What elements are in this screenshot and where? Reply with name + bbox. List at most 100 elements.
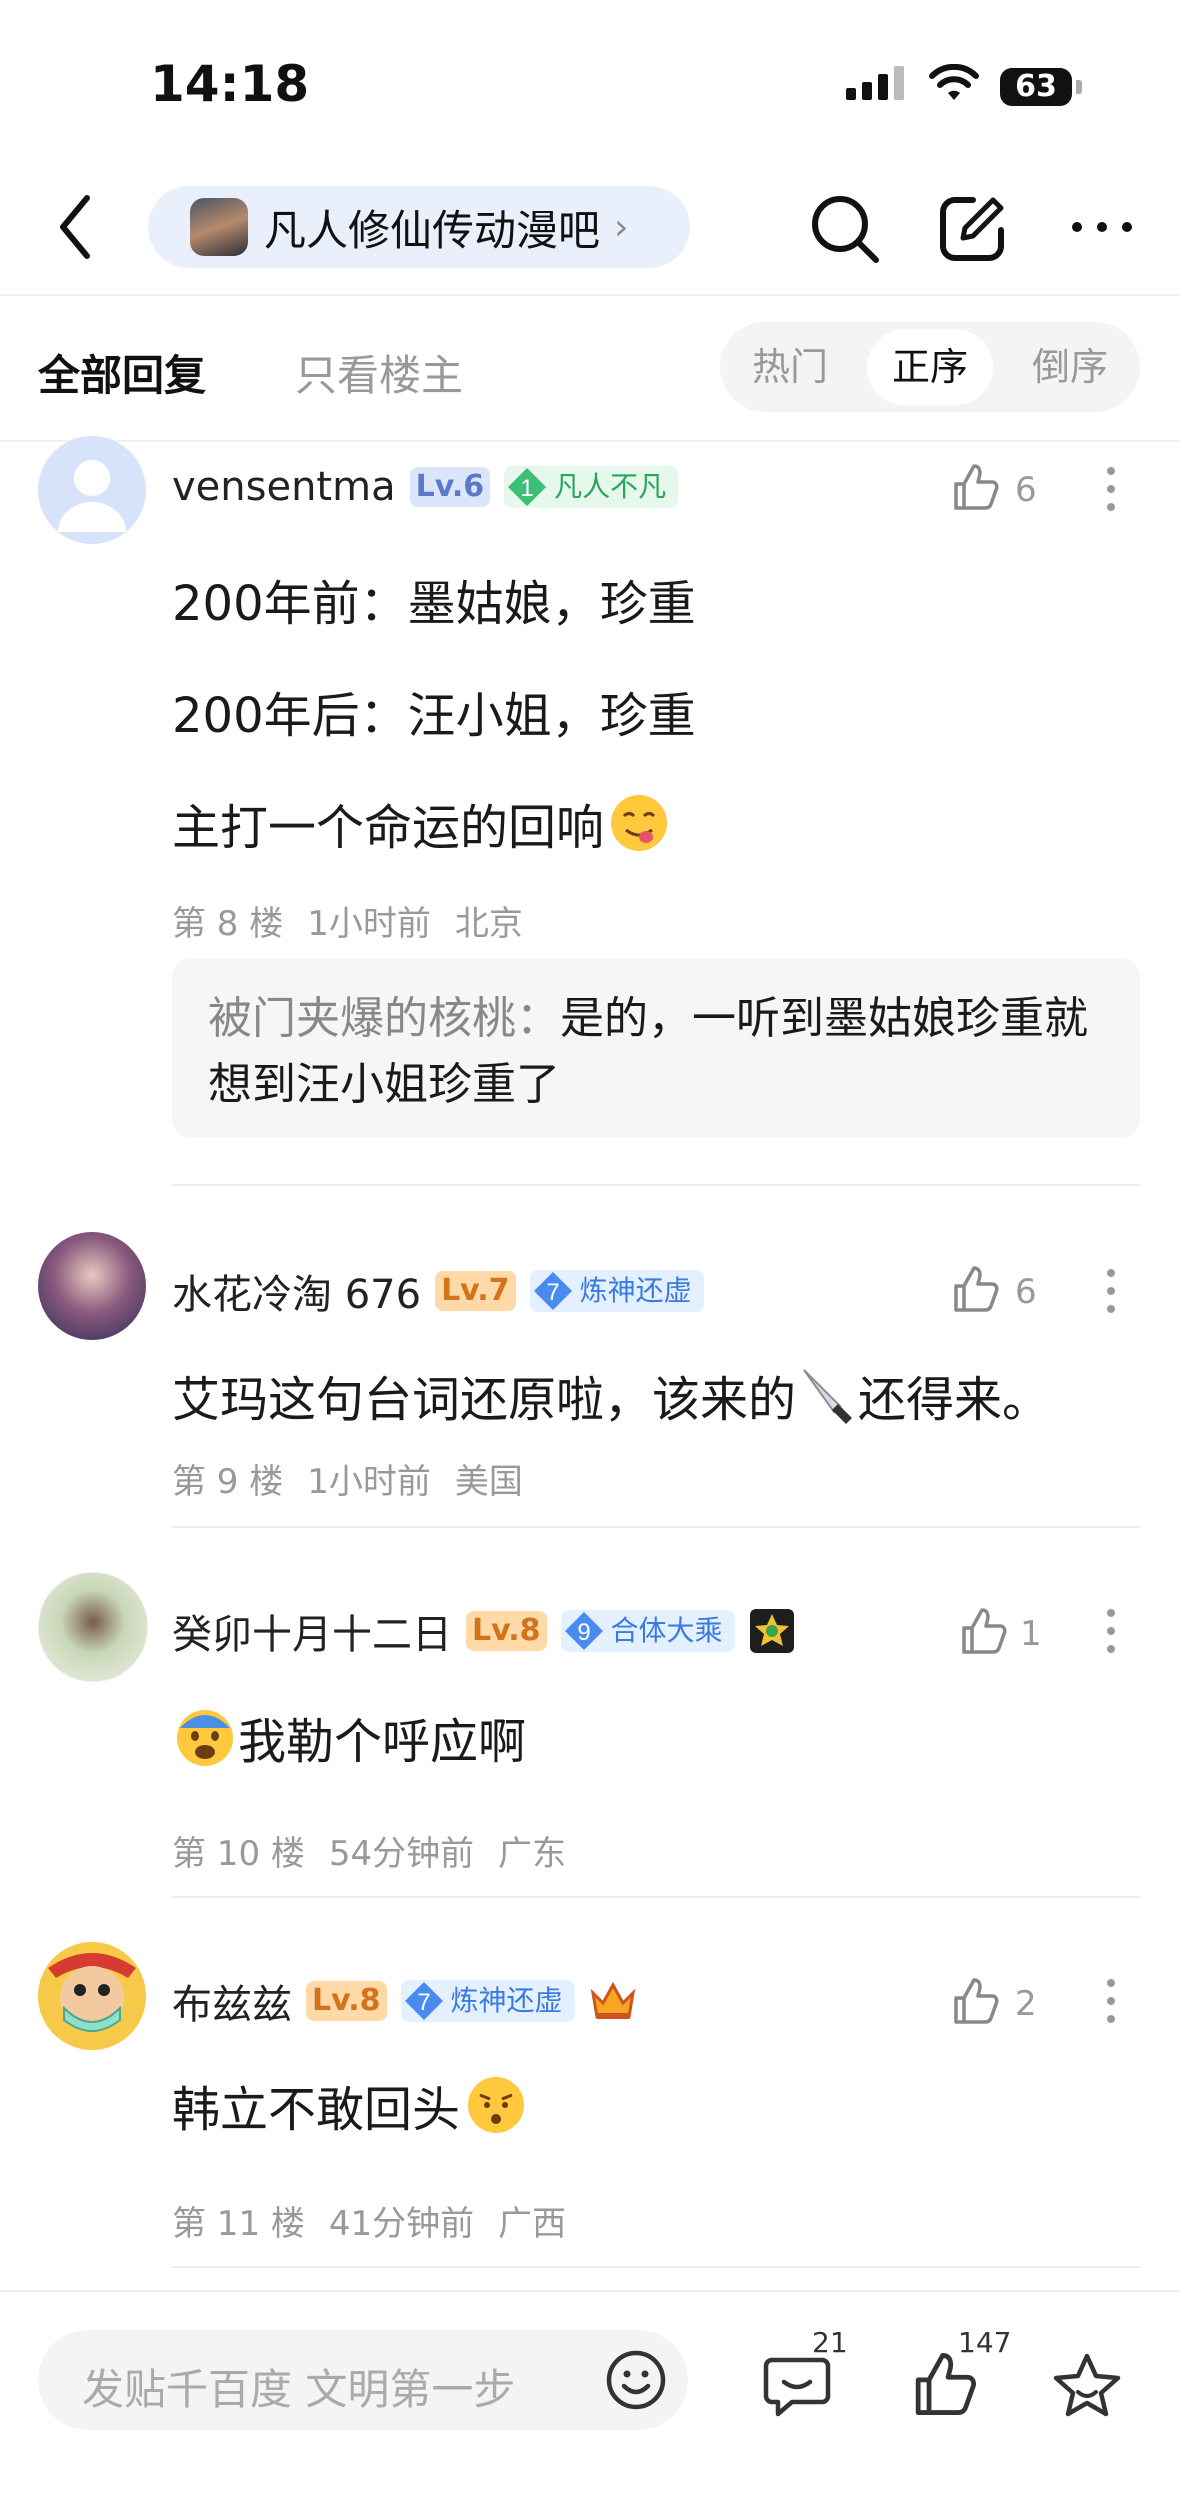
sort-hot[interactable]: 热门 xyxy=(727,329,853,405)
sort-descending[interactable]: 倒序 xyxy=(1007,329,1133,405)
username[interactable]: 癸卯十月十二日 xyxy=(172,1602,452,1660)
yum-emoji-icon xyxy=(611,795,668,851)
tab-op-only[interactable]: 只看楼主 xyxy=(295,342,463,403)
knife-emoji-icon xyxy=(803,1369,853,1424)
cellular-signal-icon xyxy=(846,66,904,100)
compose-icon[interactable] xyxy=(935,192,1009,266)
svg-text:9: 9 xyxy=(577,1619,590,1646)
post-separator xyxy=(172,1526,1140,1528)
forum-avatar xyxy=(190,198,248,256)
gem-icon: 7 xyxy=(404,1982,443,2020)
svg-text:1: 1 xyxy=(520,475,533,502)
reply-input-placeholder: 发贴千百度 文明第一步 xyxy=(82,2365,516,2414)
battery-indicator: 63 xyxy=(1000,68,1072,106)
thumbs-up-icon[interactable] xyxy=(950,1976,1000,2026)
header-divider xyxy=(0,294,1179,296)
user-line: 癸卯十月十二日 Lv.8 9 合体大乘 xyxy=(172,1602,795,1660)
avatar[interactable] xyxy=(38,1572,148,1682)
post-line-3: 主打一个命运的回响 xyxy=(172,800,605,856)
post-text-wrap: 艾玛这句台词还原啦，该来的 还得来。 xyxy=(172,1360,1050,1430)
more-vertical-icon[interactable] xyxy=(1106,1268,1116,1314)
default-user-icon xyxy=(58,460,126,532)
floor-number: 第 9 楼 xyxy=(172,1462,284,1502)
post-meta: 第 8 楼 1小时前 北京 xyxy=(172,896,547,945)
gem-icon: 1 xyxy=(508,468,547,506)
post-text: 我勒个呼应啊 xyxy=(238,1714,527,1770)
avatar[interactable] xyxy=(38,436,146,544)
post-line-3-wrap: 主打一个命运的回响 xyxy=(172,788,670,858)
username[interactable]: 布兹兹 xyxy=(172,1972,292,2030)
post-time: 1小时前 xyxy=(307,1462,431,1502)
status-time: 14:18 xyxy=(150,55,310,113)
user-line: vensentma Lv.6 1 凡人不凡 xyxy=(172,464,679,510)
thumbs-up-icon[interactable] xyxy=(910,2350,978,2418)
post-text-a: 艾玛这句台词还原啦，该来的 xyxy=(172,1372,797,1428)
shocked-emoji-icon xyxy=(177,1710,233,1766)
like-count: 2 xyxy=(1015,1984,1037,2024)
thumbs-up-icon[interactable] xyxy=(950,1264,1000,1314)
post-location: 广西 xyxy=(498,2204,567,2244)
sub-reply[interactable]: 被门夹爆的核桃：是的，一听到墨姑娘珍重就想到汪小姐珍重了 xyxy=(172,958,1140,1138)
medal-badge-icon xyxy=(749,1609,794,1653)
more-vertical-icon[interactable] xyxy=(1106,1608,1116,1654)
sub-reply-author[interactable]: 被门夹爆的核桃： xyxy=(208,993,560,1044)
battery-tip xyxy=(1076,80,1082,94)
post-text-wrap: 我勒个呼应啊 xyxy=(172,1702,526,1772)
sort-ascending[interactable]: 正序 xyxy=(867,329,993,405)
chevron-right-icon: › xyxy=(614,206,629,248)
gem-icon: 7 xyxy=(533,1272,572,1310)
post-text-b: 还得来。 xyxy=(858,1372,1051,1428)
post-floor-10: 癸卯十月十二日 Lv.8 9 合体大乘 1 我勒个呼应啊 第 10 楼54分钟前… xyxy=(0,1572,1179,1874)
emoji-icon[interactable] xyxy=(604,2348,668,2412)
star-favorite-icon[interactable] xyxy=(1052,2352,1122,2418)
post-text-wrap: 韩立不敢回头 xyxy=(172,2070,528,2140)
bottom-action-bar: 发贴千百度 文明第一步 21 147 xyxy=(0,2290,1179,2499)
level-badge: Lv.6 xyxy=(409,467,491,507)
more-icon[interactable] xyxy=(1070,220,1134,234)
title-badge: 9 合体大乘 xyxy=(560,1610,735,1652)
post-line-2: 200年后：汪小姐，珍重 xyxy=(172,688,696,744)
crown-badge-icon xyxy=(590,1981,635,2019)
forum-chip[interactable]: 凡人修仙传动漫吧 › xyxy=(148,186,690,268)
user-line: 布兹兹 Lv.8 7 炼神还虚 xyxy=(172,1972,637,2030)
post-meta: 第 9 楼 1小时前 美国 xyxy=(172,1454,547,1503)
gem-icon: 9 xyxy=(564,1612,603,1650)
thumbs-up-icon[interactable] xyxy=(958,1606,1008,1656)
level-badge: Lv.8 xyxy=(466,1611,547,1651)
floor-number: 第 10 楼 xyxy=(172,1834,305,1874)
post-time: 1小时前 xyxy=(307,904,431,944)
svg-text:7: 7 xyxy=(546,1279,559,1306)
forum-name: 凡人修仙传动漫吧 xyxy=(264,205,601,255)
search-icon[interactable] xyxy=(808,192,882,266)
post-separator xyxy=(172,1896,1140,1898)
title-text: 炼神还虚 xyxy=(579,1274,692,1307)
post-meta: 第 11 楼 41分钟前 广西 xyxy=(172,2196,590,2245)
post-time: 41分钟前 xyxy=(328,2204,475,2244)
mascot-avatar-icon xyxy=(38,1942,146,2050)
comment-count: 21 xyxy=(812,2326,848,2359)
user-line: 水花冷淘 676 Lv.7 7 炼神还虚 xyxy=(172,1262,704,1320)
post-text: 韩立不敢回头 xyxy=(172,2082,461,2138)
sub-reply-text: 被门夹爆的核桃：是的，一听到墨姑娘珍重就想到汪小姐珍重了 xyxy=(208,986,1108,1118)
back-arrow-icon[interactable] xyxy=(55,192,95,262)
title-badge: 7 炼神还虚 xyxy=(529,1270,704,1312)
svg-text:7: 7 xyxy=(417,1989,430,2016)
thumbs-up-icon[interactable] xyxy=(950,462,1000,512)
username[interactable]: vensentma xyxy=(172,464,396,510)
tab-all-replies[interactable]: 全部回复 xyxy=(38,342,206,403)
post-location: 美国 xyxy=(454,1462,523,1502)
sort-toggle-group: 热门 正序 倒序 xyxy=(720,322,1140,412)
more-vertical-icon[interactable] xyxy=(1106,1978,1116,2024)
username[interactable]: 水花冷淘 676 xyxy=(172,1262,421,1320)
post-separator xyxy=(172,1184,1140,1186)
more-vertical-icon[interactable] xyxy=(1106,466,1116,512)
like-count: 6 xyxy=(1015,1272,1037,1312)
title-text: 炼神还虚 xyxy=(450,1984,563,2017)
level-badge: Lv.7 xyxy=(435,1271,516,1311)
title-text: 凡人不凡 xyxy=(554,470,667,503)
avatar[interactable] xyxy=(38,1232,146,1340)
post-location: 广东 xyxy=(498,1834,567,1874)
avatar[interactable] xyxy=(38,1942,146,2050)
comment-icon[interactable] xyxy=(762,2352,832,2418)
reply-input[interactable]: 发贴千百度 文明第一步 xyxy=(38,2330,688,2430)
